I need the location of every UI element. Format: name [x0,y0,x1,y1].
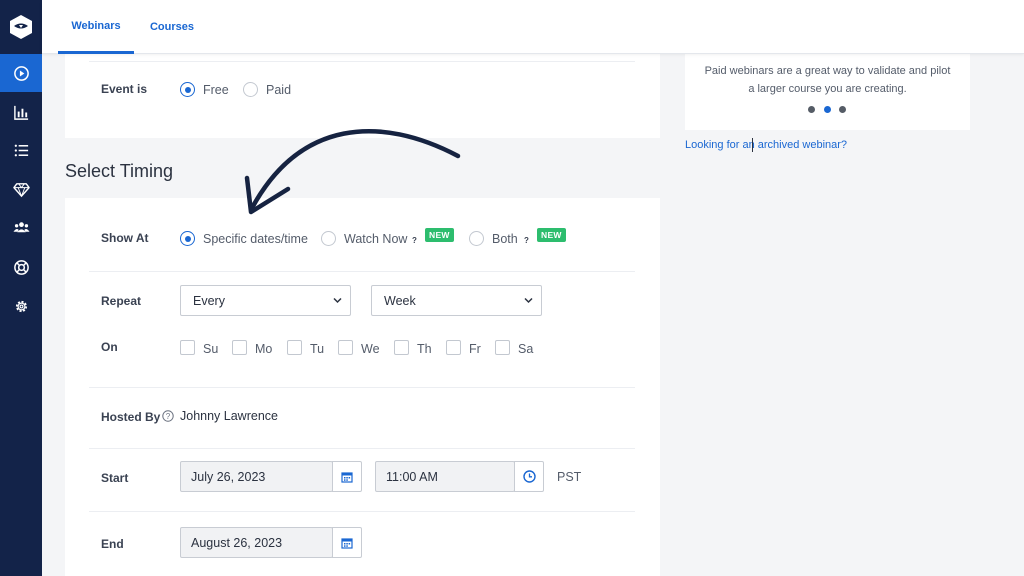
repeat-unit-select[interactable]: Week [371,285,542,316]
day-checkbox-sa[interactable] [495,340,510,355]
repeat-frequency-select[interactable]: Every [180,285,351,316]
day-checkbox-fr[interactable] [446,340,461,355]
day-checkbox-we[interactable] [338,340,353,355]
both-new-badge: NEW [537,228,566,242]
start-time-input[interactable]: 11:00 AM [375,461,515,492]
divider [89,448,635,449]
free-radio[interactable] [180,82,195,97]
top-nav: Webinars Courses [42,0,1024,54]
day-checkbox-th[interactable] [394,340,409,355]
divider [89,387,635,388]
day-label-mo: Mo [255,342,273,356]
archived-webinar-link[interactable]: Looking for an archived webinar? [685,139,847,151]
day-label-tu: Tu [310,342,325,356]
calendar-icon [341,471,353,483]
day-label-fr: Fr [469,342,481,356]
host-name: Johnny Lawrence [180,409,278,423]
both-radio[interactable] [469,231,484,246]
svg-text:?: ? [166,412,171,421]
gear-icon[interactable] [0,287,42,325]
gem-icon[interactable] [0,170,42,208]
divider [89,61,635,62]
day-checkbox-mo[interactable] [232,340,247,355]
start-calendar-button[interactable] [332,461,362,492]
watch-now-new-badge: NEW [425,228,454,242]
timezone-label: PST [557,470,582,484]
end-label: End [101,537,124,551]
help-icon[interactable]: ? [162,410,174,422]
users-icon[interactable] [0,208,42,246]
tab-webinars[interactable]: Webinars [58,0,134,54]
day-checkbox-tu[interactable] [287,340,302,355]
show-at-label: Show At [101,231,149,245]
carousel-dot[interactable] [808,106,815,113]
text-cursor [752,138,753,152]
play-icon[interactable] [0,54,42,92]
divider [89,511,635,512]
chevron-down-icon [524,297,533,304]
info-text-line-2: a larger course you are creating. [748,83,907,95]
paid-radio[interactable] [243,82,258,97]
specific-dates-label: Specific dates/time [203,232,308,246]
start-label: Start [101,471,129,485]
free-label: Free [203,83,229,97]
day-label-we: We [361,342,380,356]
list-icon[interactable] [0,131,42,169]
both-help-icon[interactable]: ? [524,236,529,245]
specific-dates-radio[interactable] [180,231,195,246]
watch-now-help-icon[interactable]: ? [412,236,417,245]
day-label-sa: Sa [518,342,534,356]
watch-now-label: Watch Now [344,232,408,246]
event-label: Event is [101,82,148,96]
hosted-by-label: Hosted By [101,410,161,424]
watch-now-radio[interactable] [321,231,336,246]
info-text-line-1: Paid webinars are a great way to validat… [704,65,951,77]
day-checkbox-su[interactable] [180,340,195,355]
carousel-dot[interactable] [839,106,846,113]
logo-icon[interactable] [0,0,42,54]
chevron-down-icon [333,297,342,304]
section-title: Select Timing [65,161,174,181]
start-date-input[interactable]: July 26, 2023 [180,461,333,492]
on-label: On [101,340,118,354]
bar-chart-icon[interactable] [0,93,42,131]
sidebar [0,0,42,576]
lifebuoy-icon[interactable] [0,248,42,286]
end-calendar-button[interactable] [332,527,362,558]
start-clock-button[interactable] [514,461,544,492]
tab-courses[interactable]: Courses [146,0,198,54]
repeat-label: Repeat [101,294,142,308]
carousel-dot-active[interactable] [824,106,831,113]
clock-icon [522,470,536,483]
calendar-icon [341,537,353,549]
annotation-arrow [244,129,461,215]
repeat-frequency-value: Every [193,293,225,308]
day-label-th: Th [417,342,432,356]
both-label: Both [492,232,518,246]
day-label-su: Su [203,342,219,356]
repeat-unit-value: Week [384,293,416,308]
paid-label: Paid [266,83,292,97]
divider [89,271,635,272]
end-date-input[interactable]: August 26, 2023 [180,527,333,558]
